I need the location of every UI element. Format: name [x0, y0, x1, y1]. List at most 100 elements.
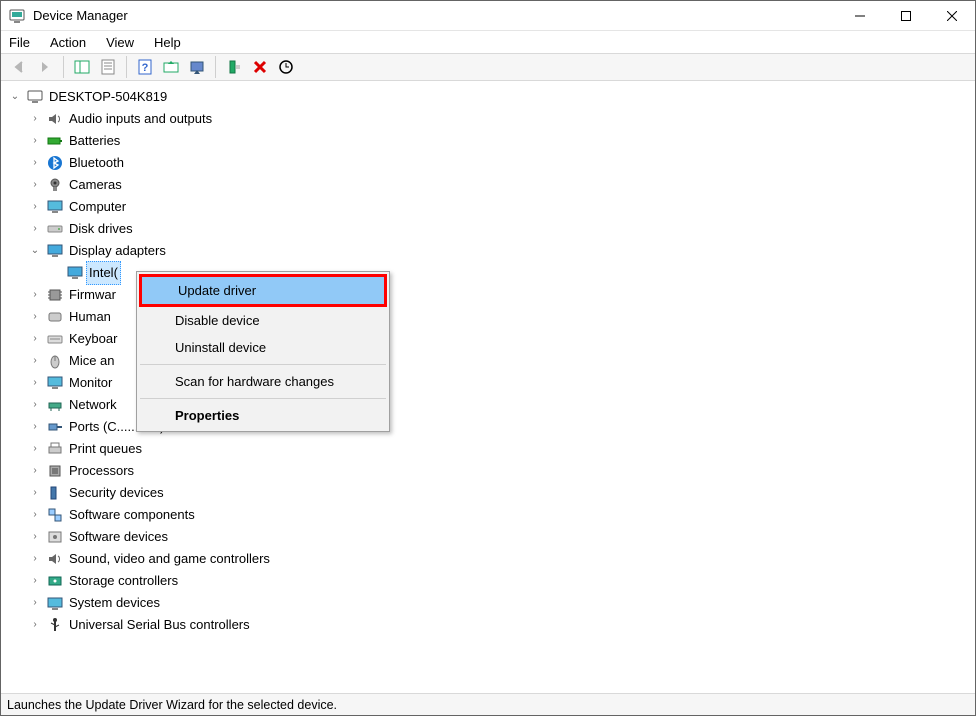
- device-tree[interactable]: ⌄ DESKTOP-504K819 › Audio inputs and out…: [1, 81, 975, 693]
- monitor-icon: [47, 375, 63, 391]
- expand-icon[interactable]: ›: [29, 614, 41, 636]
- ctx-disable-device[interactable]: Disable device: [139, 307, 387, 334]
- tree-root-label: DESKTOP-504K819: [49, 86, 167, 108]
- update-driver-toolbar-button[interactable]: [159, 56, 183, 78]
- expand-icon[interactable]: ›: [29, 460, 41, 482]
- software-device-icon: [47, 529, 63, 545]
- tree-item-display-adapters[interactable]: ⌄ Display adapters: [29, 240, 975, 262]
- help-icon: ?: [137, 59, 153, 75]
- expand-icon[interactable]: ›: [29, 130, 41, 152]
- network-icon: [47, 397, 63, 413]
- close-icon: [947, 11, 957, 21]
- scan-hardware-icon: [278, 59, 294, 75]
- minimize-icon: [855, 11, 865, 21]
- cpu-icon: [47, 463, 63, 479]
- system-device-icon: [47, 595, 63, 611]
- help-toolbar-button[interactable]: ?: [133, 56, 157, 78]
- tree-item-audio[interactable]: › Audio inputs and outputs: [29, 108, 975, 130]
- expand-icon[interactable]: ›: [29, 328, 41, 350]
- app-icon: [9, 8, 25, 24]
- collapse-icon[interactable]: ⌄: [29, 240, 41, 262]
- tree-item-batteries[interactable]: › Batteries: [29, 130, 975, 152]
- arrow-left-icon: [11, 59, 27, 75]
- caption-buttons: [837, 1, 975, 30]
- collapse-icon[interactable]: ⌄: [9, 86, 21, 108]
- tree-item-print-queues[interactable]: › Print queues: [29, 438, 975, 460]
- expand-icon[interactable]: ›: [29, 350, 41, 372]
- software-component-icon: [47, 507, 63, 523]
- expand-icon[interactable]: ›: [29, 416, 41, 438]
- expand-icon[interactable]: ›: [29, 196, 41, 218]
- uninstall-x-icon: [252, 59, 268, 75]
- ctx-properties[interactable]: Properties: [139, 402, 387, 429]
- toolbar: ?: [1, 53, 975, 81]
- ctx-scan-hardware[interactable]: Scan for hardware changes: [139, 368, 387, 395]
- display-adapter-icon: [47, 243, 63, 259]
- expand-icon[interactable]: ›: [29, 570, 41, 592]
- tree-item-sound[interactable]: › Sound, video and game controllers: [29, 548, 975, 570]
- tree-item-usb[interactable]: › Universal Serial Bus controllers: [29, 614, 975, 636]
- scan-hardware-toolbar-button[interactable]: [274, 56, 298, 78]
- expand-icon[interactable]: ›: [29, 152, 41, 174]
- menu-action[interactable]: Action: [50, 35, 86, 50]
- expand-icon[interactable]: ›: [29, 372, 41, 394]
- menu-view[interactable]: View: [106, 35, 134, 50]
- menu-file[interactable]: File: [9, 35, 30, 50]
- speaker-icon: [47, 111, 63, 127]
- expand-icon[interactable]: ›: [29, 108, 41, 130]
- security-icon: [47, 485, 63, 501]
- maximize-button[interactable]: [883, 1, 929, 30]
- expand-icon[interactable]: ›: [29, 306, 41, 328]
- context-menu-highlight: Update driver: [139, 274, 387, 307]
- tree-item-processors[interactable]: › Processors: [29, 460, 975, 482]
- show-hide-tree-button[interactable]: [70, 56, 94, 78]
- close-button[interactable]: [929, 1, 975, 30]
- minimize-button[interactable]: [837, 1, 883, 30]
- tree-item-cameras[interactable]: › Cameras: [29, 174, 975, 196]
- svg-text:?: ?: [142, 62, 149, 74]
- context-menu: Update driver Disable device Uninstall d…: [136, 271, 390, 432]
- expand-icon[interactable]: ›: [29, 284, 41, 306]
- expand-icon[interactable]: ›: [29, 174, 41, 196]
- properties-toolbar-button[interactable]: [96, 56, 120, 78]
- tree-item-diskdrives[interactable]: › Disk drives: [29, 218, 975, 240]
- context-menu-separator: [140, 364, 386, 365]
- tree-item-software-components[interactable]: › Software components: [29, 504, 975, 526]
- arrow-right-icon: [37, 59, 53, 75]
- statusbar-text: Launches the Update Driver Wizard for th…: [7, 698, 337, 712]
- disable-device-toolbar-button[interactable]: [185, 56, 209, 78]
- expand-icon[interactable]: ›: [29, 394, 41, 416]
- battery-icon: [47, 133, 63, 149]
- storage-controller-icon: [47, 573, 63, 589]
- bluetooth-icon: [47, 155, 63, 171]
- ctx-uninstall-device[interactable]: Uninstall device: [139, 334, 387, 361]
- expand-icon[interactable]: ›: [29, 526, 41, 548]
- context-menu-separator: [140, 398, 386, 399]
- printer-icon: [47, 441, 63, 457]
- tree-item-system[interactable]: › System devices: [29, 592, 975, 614]
- tree-item-computer[interactable]: › Computer: [29, 196, 975, 218]
- uninstall-device-toolbar-button[interactable]: [248, 56, 272, 78]
- menu-help[interactable]: Help: [154, 35, 181, 50]
- usb-icon: [47, 617, 63, 633]
- tree-root[interactable]: ⌄ DESKTOP-504K819: [9, 86, 975, 108]
- tree-item-software-devices[interactable]: › Software devices: [29, 526, 975, 548]
- enable-device-toolbar-button[interactable]: [222, 56, 246, 78]
- camera-icon: [47, 177, 63, 193]
- tree-item-storage[interactable]: › Storage controllers: [29, 570, 975, 592]
- expand-icon[interactable]: ›: [29, 504, 41, 526]
- expand-icon[interactable]: ›: [29, 482, 41, 504]
- nav-forward-button: [33, 56, 57, 78]
- expand-icon[interactable]: ›: [29, 218, 41, 240]
- expand-icon[interactable]: ›: [29, 592, 41, 614]
- hid-icon: [47, 309, 63, 325]
- expand-icon[interactable]: ›: [29, 438, 41, 460]
- maximize-icon: [901, 11, 911, 21]
- tree-item-bluetooth[interactable]: › Bluetooth: [29, 152, 975, 174]
- toolbar-separator: [63, 56, 64, 78]
- ctx-update-driver[interactable]: Update driver: [142, 277, 384, 304]
- toolbar-separator: [215, 56, 216, 78]
- mouse-icon: [47, 353, 63, 369]
- tree-item-security[interactable]: › Security devices: [29, 482, 975, 504]
- expand-icon[interactable]: ›: [29, 548, 41, 570]
